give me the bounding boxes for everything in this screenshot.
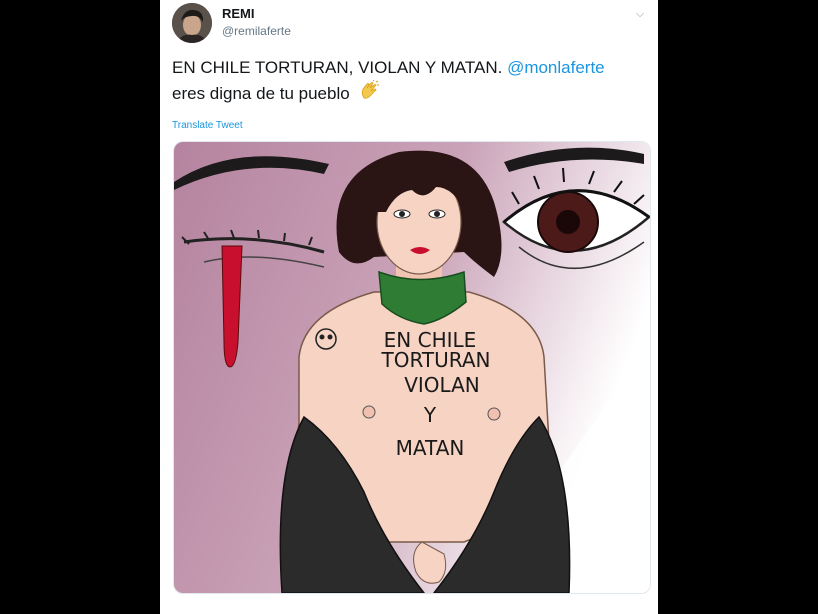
mention-link[interactable]: @monlaferte [507, 58, 605, 77]
body-text-line-3: VIOLAN [404, 373, 480, 397]
author-handle[interactable]: @remilaferte [222, 24, 291, 38]
body-text-line-2: TORTURAN [381, 348, 491, 372]
tweet-media-image[interactable]: EN CHILE TORTURAN VIOLAN Y MATAN [173, 141, 651, 594]
translate-tweet-link[interactable]: Translate Tweet [172, 120, 243, 131]
avatar[interactable] [172, 3, 212, 43]
tweet-card: REMI @remilaferte ⌵ EN CHILE TORTURAN, V… [160, 0, 658, 614]
tweet-text: EN CHILE TORTURAN, VIOLAN Y MATAN. @monl… [172, 55, 642, 109]
tweet-text-rest: eres digna de tu pueblo [172, 83, 350, 103]
body-text-line-4: Y [423, 403, 437, 427]
clapping-hands-icon [358, 79, 380, 109]
tweet-text-main: EN CHILE TORTURAN, VIOLAN Y MATAN. [172, 58, 503, 77]
body-text-line-5: MATAN [396, 436, 465, 460]
chevron-down-icon[interactable]: ⌵ [632, 6, 648, 22]
author-name[interactable]: REMI [222, 6, 255, 21]
